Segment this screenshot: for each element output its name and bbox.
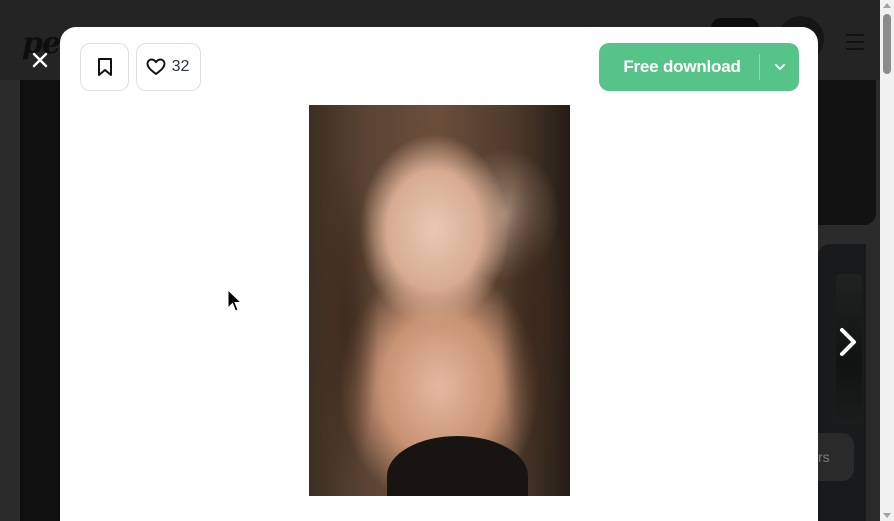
background-chip: rs bbox=[818, 433, 854, 481]
download-button-group: Free download bbox=[599, 43, 799, 91]
background-photo-tile bbox=[818, 80, 876, 225]
page-scrollbar[interactable] bbox=[880, 0, 894, 521]
mouse-cursor-icon bbox=[227, 289, 243, 312]
next-photo-button[interactable] bbox=[834, 326, 862, 358]
chevron-down-icon bbox=[774, 64, 785, 70]
close-button[interactable] bbox=[30, 50, 50, 70]
bookmark-icon bbox=[97, 58, 112, 76]
scrollbar-thumb[interactable] bbox=[883, 14, 891, 74]
free-download-button[interactable]: Free download bbox=[599, 43, 759, 91]
bookmark-button[interactable] bbox=[80, 43, 129, 91]
heart-icon bbox=[146, 58, 166, 75]
chevron-right-icon bbox=[840, 328, 856, 356]
scroll-up-icon[interactable] bbox=[883, 3, 891, 8]
like-button[interactable]: 32 bbox=[136, 43, 201, 91]
hamburger-menu-icon bbox=[846, 34, 864, 50]
main-photo[interactable] bbox=[309, 105, 570, 496]
photo-modal: 32 Free download bbox=[60, 27, 818, 521]
scroll-down-icon[interactable] bbox=[883, 513, 891, 518]
download-options-button[interactable] bbox=[760, 43, 799, 91]
like-count: 32 bbox=[171, 58, 190, 75]
background-photo-tile bbox=[20, 80, 60, 521]
close-icon bbox=[32, 52, 48, 68]
